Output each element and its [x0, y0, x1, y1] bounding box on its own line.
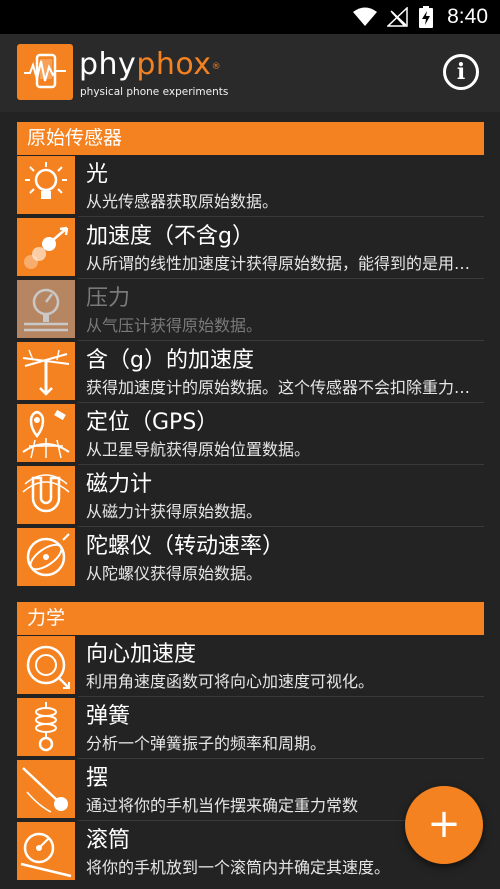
- logo-word-phy: phy: [79, 47, 137, 82]
- logo-word-phox: phox: [136, 47, 212, 82]
- item-title: 光: [86, 162, 109, 187]
- item-description: 获得加速度计的原始数据。这个传感器不会扣除重力加速度。: [86, 378, 476, 397]
- item-title: 压力: [86, 286, 131, 311]
- item-title: 弹簧: [86, 704, 131, 729]
- gyroscope-icon: [17, 528, 75, 586]
- acceleration-icon: [17, 218, 75, 276]
- status-clock: 8:40: [447, 5, 488, 28]
- info-icon[interactable]: i: [443, 54, 479, 90]
- add-experiment-button[interactable]: +: [405, 786, 483, 864]
- spring-icon: [17, 698, 75, 756]
- item-title: 向心加速度: [86, 642, 197, 667]
- item-description: 从光传感器获取原始数据。: [86, 192, 279, 211]
- gps-location-icon: [17, 404, 75, 462]
- item-description: 从所谓的线性加速度计获得原始数据，能得到的是用户操作手机时产生的加速度。: [86, 254, 476, 273]
- app-tagline: physical phone experiments: [80, 86, 229, 98]
- list-item-spring[interactable]: 弹簧 分析一个弹簧振子的频率和周期。: [17, 697, 484, 759]
- status-bar: 8:40: [0, 0, 500, 34]
- app-bar: phyphox® physical phone experiments i: [0, 34, 500, 112]
- item-description: 从陀螺仪获得原始数据。: [86, 564, 263, 583]
- phyphox-logo-icon: [17, 44, 73, 100]
- item-title: 含（g）的加速度: [86, 348, 254, 373]
- list-item-gps[interactable]: 定位（GPS） 从卫星导航获得原始位置数据。: [17, 403, 484, 465]
- item-description: 利用角速度函数可将向心加速度可视化。: [86, 672, 375, 691]
- magnet-icon: [17, 466, 75, 524]
- no-signal-icon: [387, 7, 409, 27]
- section-header-mechanics: 力学: [17, 602, 484, 635]
- section-header-raw-sensors: 原始传感器: [17, 122, 484, 155]
- item-title: 摆: [86, 766, 109, 791]
- wifi-icon: [353, 7, 378, 27]
- app-logo-wordmark: phyphox®: [79, 48, 221, 82]
- item-title: 定位（GPS）: [86, 410, 219, 435]
- list-item-pressure[interactable]: 压力 从气压计获得原始数据。: [17, 279, 484, 341]
- item-description: 将你的手机放到一个滚筒内并确定其速度。: [86, 858, 391, 877]
- item-title: 磁力计: [86, 472, 153, 497]
- item-description: 从磁力计获得原始数据。: [86, 502, 263, 521]
- item-title: 陀螺仪（转动速率）: [86, 534, 285, 559]
- light-bulb-icon: [17, 156, 75, 214]
- item-title: 加速度（不含g）: [86, 224, 254, 249]
- list-item-gyroscope[interactable]: 陀螺仪（转动速率） 从陀螺仪获得原始数据。: [17, 527, 484, 589]
- list-item-light[interactable]: 光 从光传感器获取原始数据。: [17, 155, 484, 217]
- item-description: 分析一个弹簧振子的频率和周期。: [86, 734, 327, 753]
- item-description: 从气压计获得原始数据。: [86, 316, 263, 335]
- experiment-list[interactable]: 原始传感器 光 从光传感器获取原始数据。 加速度（不含g） 从所谓的线性加速度计…: [0, 112, 500, 889]
- plus-icon: +: [427, 800, 461, 847]
- centripetal-icon: [17, 636, 75, 694]
- pendulum-icon: [17, 760, 75, 818]
- battery-charging-icon: [419, 6, 434, 28]
- roll-icon: [17, 822, 75, 880]
- info-glyph: i: [456, 59, 466, 85]
- registered-mark: ®: [211, 62, 222, 72]
- section-raw-sensors: 原始传感器 光 从光传感器获取原始数据。 加速度（不含g） 从所谓的线性加速度计…: [17, 122, 484, 589]
- list-item-linear-acceleration[interactable]: 加速度（不含g） 从所谓的线性加速度计获得原始数据，能得到的是用户操作手机时产生…: [17, 217, 484, 279]
- list-item-centripetal[interactable]: 向心加速度 利用角速度函数可将向心加速度可视化。: [17, 635, 484, 697]
- list-item-magnetometer[interactable]: 磁力计 从磁力计获得原始数据。: [17, 465, 484, 527]
- pressure-gauge-icon: [17, 280, 75, 338]
- list-item-acceleration-with-g[interactable]: 含（g）的加速度 获得加速度计的原始数据。这个传感器不会扣除重力加速度。: [17, 341, 484, 403]
- gravity-axes-icon: [17, 342, 75, 400]
- item-description: 从卫星导航获得原始位置数据。: [86, 440, 311, 459]
- item-title: 滚筒: [86, 828, 131, 853]
